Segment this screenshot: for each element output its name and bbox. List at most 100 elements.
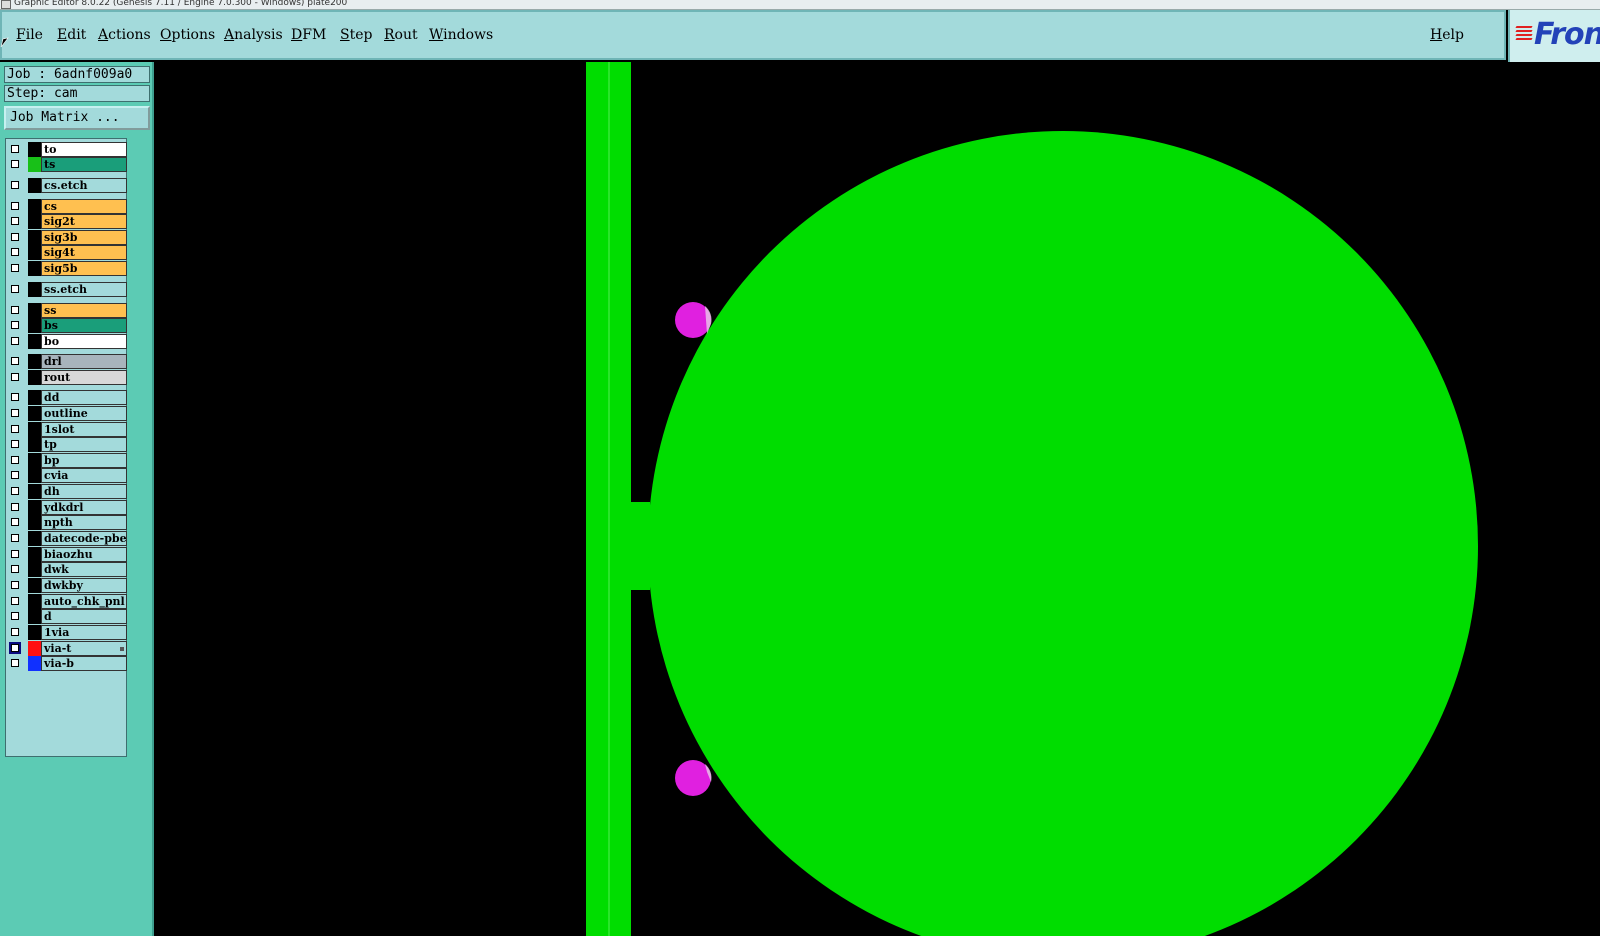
layer-display-color[interactable] bbox=[28, 199, 41, 214]
layer-row-dwkby[interactable]: dwkby bbox=[6, 578, 127, 594]
layer-display-color[interactable] bbox=[28, 370, 41, 385]
layer-checkbox[interactable] bbox=[11, 612, 19, 620]
layer-checkbox[interactable] bbox=[11, 337, 19, 345]
layer-name[interactable]: tp bbox=[41, 437, 127, 452]
layer-name[interactable]: d bbox=[41, 609, 127, 624]
layer-name[interactable]: sig2t bbox=[41, 214, 127, 229]
menu-rout[interactable]: Rout bbox=[384, 27, 418, 43]
layer-display-color[interactable] bbox=[28, 594, 41, 609]
layer-row-d[interactable]: d bbox=[6, 609, 127, 625]
layer-name[interactable]: cs.etch bbox=[41, 178, 127, 193]
layer-row-drl[interactable]: drl bbox=[6, 354, 127, 370]
layer-row-biaozhu[interactable]: biaozhu bbox=[6, 547, 127, 563]
layer-display-color[interactable] bbox=[28, 318, 41, 333]
layer-checkbox[interactable] bbox=[11, 534, 19, 542]
layer-row-npth[interactable]: npth bbox=[6, 515, 127, 531]
job-matrix-button[interactable]: Job Matrix ... bbox=[4, 106, 150, 130]
layer-display-color[interactable] bbox=[28, 282, 41, 297]
menu-file[interactable]: File bbox=[16, 27, 43, 43]
layer-display-color[interactable] bbox=[28, 245, 41, 260]
layer-checkbox[interactable] bbox=[11, 471, 19, 479]
layer-row-sig5b[interactable]: sig5b bbox=[6, 261, 127, 277]
layer-name[interactable]: dd bbox=[41, 390, 127, 405]
layer-checkbox[interactable] bbox=[11, 597, 19, 605]
layer-display-color[interactable] bbox=[28, 214, 41, 229]
layer-name[interactable]: rout bbox=[41, 370, 127, 385]
layer-row-ydkdrl[interactable]: ydkdrl bbox=[6, 500, 127, 516]
layer-checkbox[interactable] bbox=[11, 550, 19, 558]
layer-checkbox[interactable] bbox=[11, 357, 19, 365]
layer-display-color[interactable] bbox=[28, 334, 41, 349]
layer-checkbox[interactable] bbox=[11, 565, 19, 573]
layer-name[interactable]: cvia bbox=[41, 468, 127, 483]
layer-name[interactable]: datecode-pbe bbox=[41, 531, 127, 546]
layer-checkbox[interactable] bbox=[11, 202, 19, 210]
menu-step[interactable]: Step bbox=[340, 27, 372, 43]
layer-display-color[interactable] bbox=[28, 500, 41, 515]
layer-checkbox[interactable] bbox=[11, 503, 19, 511]
layer-name[interactable]: 1slot bbox=[41, 422, 127, 437]
layer-display-color[interactable] bbox=[28, 562, 41, 577]
layer-row-dwk[interactable]: dwk bbox=[6, 562, 127, 578]
layer-name[interactable]: bo bbox=[41, 334, 127, 349]
layer-row-ts[interactable]: ts bbox=[6, 157, 127, 173]
layer-name[interactable]: via-t bbox=[41, 641, 127, 656]
layer-row-outline[interactable]: outline bbox=[6, 406, 127, 422]
layer-checkbox[interactable] bbox=[11, 233, 19, 241]
layer-display-color[interactable] bbox=[28, 178, 41, 193]
layer-checkbox[interactable] bbox=[11, 306, 19, 314]
layer-name[interactable]: cs bbox=[41, 199, 127, 214]
layer-checkbox[interactable] bbox=[11, 217, 19, 225]
layer-checkbox[interactable] bbox=[11, 181, 19, 189]
layer-row-auto_chk_pnl[interactable]: auto_chk_pnl bbox=[6, 594, 127, 610]
layer-row-dh[interactable]: dh bbox=[6, 484, 127, 500]
menu-analysis[interactable]: Analysis bbox=[224, 27, 283, 43]
layer-checkbox[interactable] bbox=[11, 393, 19, 401]
layer-checkbox[interactable] bbox=[11, 409, 19, 417]
layer-display-color[interactable] bbox=[28, 468, 41, 483]
menu-windows[interactable]: Windows bbox=[429, 27, 493, 43]
layer-row-sig4t[interactable]: sig4t bbox=[6, 245, 127, 261]
layer-display-color[interactable] bbox=[28, 531, 41, 546]
layer-name[interactable]: drl bbox=[41, 354, 127, 369]
layer-name[interactable]: sig4t bbox=[41, 245, 127, 260]
menu-edit[interactable]: Edit bbox=[57, 27, 86, 43]
layer-name[interactable]: auto_chk_pnl bbox=[41, 594, 127, 609]
menu-help[interactable]: Help bbox=[1430, 27, 1464, 43]
layer-checkbox[interactable] bbox=[11, 487, 19, 495]
app-icon[interactable] bbox=[1, 0, 11, 9]
layer-checkbox[interactable] bbox=[11, 248, 19, 256]
layer-display-color[interactable] bbox=[28, 656, 41, 671]
layer-checkbox[interactable] bbox=[11, 285, 19, 293]
layer-row-sig2t[interactable]: sig2t bbox=[6, 214, 127, 230]
layer-row-cs.etch[interactable]: cs.etch bbox=[6, 178, 127, 194]
layer-display-color[interactable] bbox=[28, 578, 41, 593]
layer-row-datecode-pbe[interactable]: datecode-pbe bbox=[6, 531, 127, 547]
layer-name[interactable]: 1via bbox=[41, 625, 127, 640]
layer-row-1via[interactable]: 1via bbox=[6, 625, 127, 641]
layer-display-color[interactable] bbox=[28, 230, 41, 245]
layer-display-color[interactable] bbox=[28, 515, 41, 530]
layer-checkbox[interactable] bbox=[11, 659, 19, 667]
layer-row-ss[interactable]: ss bbox=[6, 303, 127, 319]
layer-row-bs[interactable]: bs bbox=[6, 318, 127, 334]
layer-row-bo[interactable]: bo bbox=[6, 334, 127, 350]
layer-checkbox[interactable] bbox=[11, 425, 19, 433]
layer-checkbox[interactable] bbox=[11, 456, 19, 464]
layer-display-color[interactable] bbox=[28, 261, 41, 276]
layer-name[interactable]: bp bbox=[41, 453, 127, 468]
layer-row-sig3b[interactable]: sig3b bbox=[6, 230, 127, 246]
layer-display-color[interactable] bbox=[28, 422, 41, 437]
layer-name[interactable]: npth bbox=[41, 515, 127, 530]
layer-row-dd[interactable]: dd bbox=[6, 390, 127, 406]
layer-name[interactable]: bs bbox=[41, 318, 127, 333]
layer-checkbox[interactable] bbox=[9, 642, 21, 654]
layer-display-color[interactable] bbox=[28, 547, 41, 562]
layer-name[interactable]: dwkby bbox=[41, 578, 127, 593]
layer-name[interactable]: to bbox=[41, 142, 127, 157]
layer-display-color[interactable] bbox=[28, 142, 41, 157]
layer-checkbox[interactable] bbox=[11, 160, 19, 168]
layer-display-color[interactable] bbox=[28, 437, 41, 452]
layer-row-rout[interactable]: rout bbox=[6, 370, 127, 386]
layer-name[interactable]: ydkdrl bbox=[41, 500, 127, 515]
